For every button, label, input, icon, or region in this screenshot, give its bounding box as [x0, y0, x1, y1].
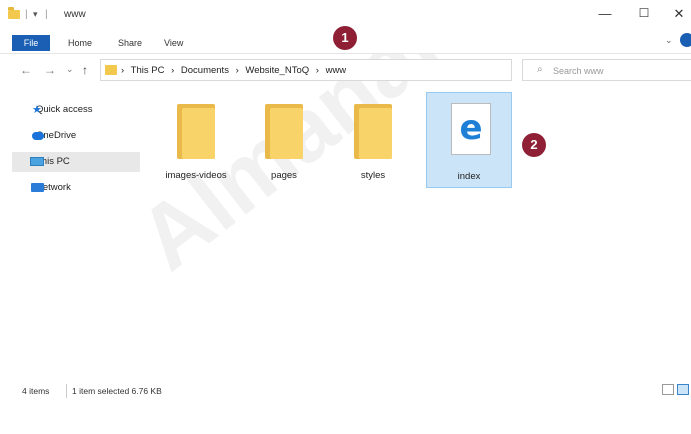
file-name: styles [360, 170, 386, 181]
sidebar-item-onedrive[interactable]: OneDrive [12, 126, 140, 146]
back-button[interactable]: ← [20, 63, 32, 77]
search-icon: ⌕ [537, 64, 543, 75]
breadcrumb-this-pc[interactable]: This PC [131, 65, 165, 76]
window-title: www [64, 9, 86, 20]
close-button[interactable]: ✕ [666, 6, 691, 22]
forward-button[interactable]: → [44, 63, 56, 77]
tab-file[interactable]: File [12, 35, 50, 51]
breadcrumb-www[interactable]: www [326, 65, 347, 76]
sidebar-item-this-pc[interactable]: This PC [12, 152, 140, 172]
status-bar: 4 items 1 item selected 6.76 KB [0, 380, 691, 402]
title-separator: | [45, 9, 48, 20]
computer-icon [30, 157, 44, 166]
details-view-icon[interactable] [662, 384, 674, 395]
breadcrumb-documents[interactable]: Documents [181, 65, 229, 76]
recent-locations-icon[interactable]: ⌄ [66, 64, 74, 75]
status-item-count: 4 items [22, 386, 50, 396]
address-bar[interactable]: › This PC › Documents › Website_NToQ › w… [100, 59, 603, 81]
folder-icon [105, 65, 117, 75]
file-name: index [457, 171, 481, 182]
callout-marker-2: 2 [522, 133, 546, 157]
breadcrumb: › This PC › Documents › Website_NToQ › w… [121, 65, 350, 76]
file-item-index[interactable]: e index [426, 92, 512, 188]
callout-marker-1: 1 [333, 26, 357, 50]
tab-home[interactable]: Home [68, 38, 92, 48]
search-placeholder: Search www [553, 66, 604, 76]
title-separator: | [25, 9, 28, 20]
file-item-images-videos[interactable]: images-videos [153, 92, 239, 188]
sidebar-item-quick-access[interactable]: ★ Quick access [12, 100, 140, 120]
file-list: images-videos pages styles e index [145, 86, 691, 386]
large-icons-view-icon[interactable] [677, 384, 689, 395]
star-icon: ★ [32, 104, 42, 116]
help-icon[interactable] [680, 33, 691, 47]
file-item-styles[interactable]: styles [330, 92, 416, 188]
html-file-icon: e [451, 103, 491, 155]
file-name: images-videos [165, 170, 227, 181]
cloud-icon [32, 132, 44, 140]
breadcrumb-website-ntoq[interactable]: Website_NToQ [245, 65, 309, 76]
status-divider [66, 384, 67, 398]
tab-share[interactable]: Share [118, 38, 142, 48]
tab-view[interactable]: View [164, 38, 183, 48]
sidebar-item-network[interactable]: Network [12, 178, 140, 198]
ribbon-expand-icon[interactable]: ⌄ [665, 35, 673, 46]
network-icon [31, 183, 44, 192]
search-input[interactable]: ⌕ Search www [522, 59, 691, 81]
maximize-button[interactable]: ☐ [631, 6, 657, 20]
address-row: ← → ⌄ ↑ › This PC › Documents › Website_… [0, 56, 691, 84]
breadcrumb-separator: › [121, 65, 125, 76]
file-item-pages[interactable]: pages [241, 92, 327, 188]
quick-access-dropdown-icon[interactable]: ▾ [33, 9, 38, 20]
folder-icon [8, 7, 20, 19]
status-selection: 1 item selected 6.76 KB [72, 386, 162, 396]
breadcrumb-separator: › [235, 65, 239, 76]
folder-icon [177, 104, 215, 159]
folder-icon [354, 104, 392, 159]
file-name: pages [271, 170, 297, 181]
minimize-button[interactable]: — [592, 6, 618, 21]
breadcrumb-separator: › [171, 65, 175, 76]
up-button[interactable]: ↑ [82, 63, 88, 77]
edge-icon: e [459, 108, 483, 148]
breadcrumb-separator: › [315, 65, 319, 76]
navigation-pane: ★ Quick access OneDrive This PC Network [0, 92, 145, 372]
folder-icon [265, 104, 303, 159]
